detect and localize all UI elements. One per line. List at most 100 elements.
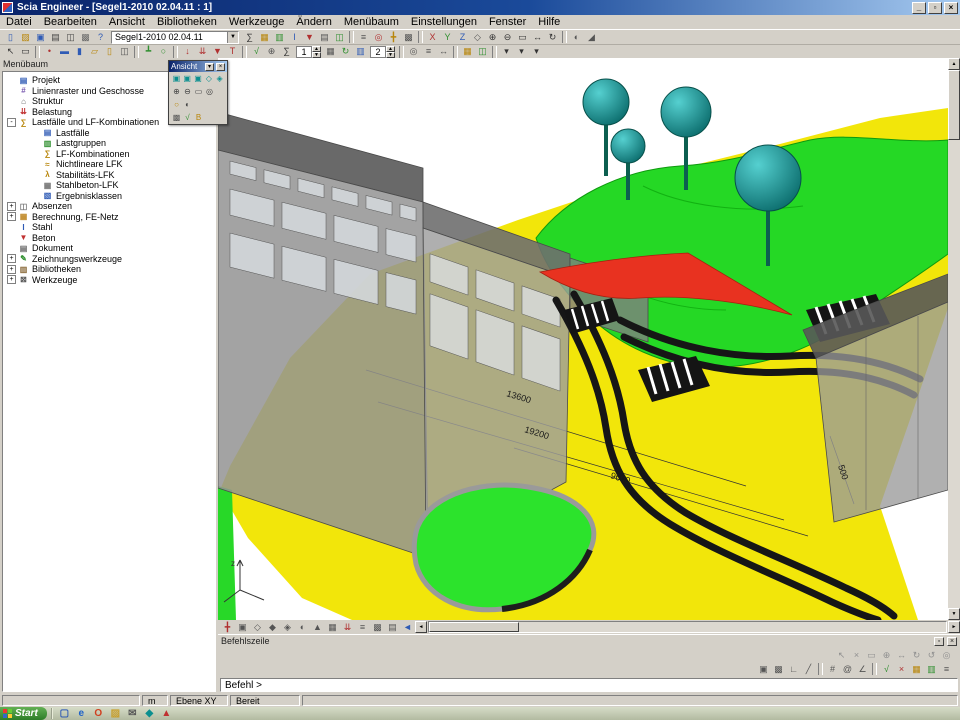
scia-esa-icon[interactable]: ◆ (142, 707, 157, 720)
pan-icon[interactable]: ↔ (530, 31, 545, 44)
tree-expander-icon[interactable]: + (7, 254, 16, 263)
scroll-up-icon[interactable]: ▲ (948, 58, 960, 70)
check-structure-icon[interactable]: √ (249, 45, 264, 58)
separator[interactable] (818, 663, 823, 675)
cmd-rotate-icon[interactable]: ↻ (909, 649, 924, 662)
new-project-icon[interactable]: ▯ (3, 31, 18, 44)
coord-polar-icon[interactable]: ∠ (855, 663, 870, 676)
tree-item-berechnung[interactable]: + ▦ Berechnung, FE-Netz (3, 212, 215, 223)
close-button[interactable]: × (944, 2, 958, 14)
surfaces-icon[interactable]: ▦ (325, 621, 340, 634)
ucs-icon[interactable]: ╋ (386, 31, 401, 44)
maximize-button[interactable]: ▫ (928, 2, 942, 14)
view-x-icon[interactable]: X (425, 31, 440, 44)
folder-icon[interactable]: ▨ (108, 707, 123, 720)
mesh-view-icon[interactable]: ▥ (924, 663, 939, 676)
layers-icon[interactable]: ≡ (356, 31, 371, 44)
tree-item-stahl[interactable]: I Stahl (3, 222, 215, 233)
menu-item[interactable]: Datei (0, 16, 38, 28)
view-check-icon[interactable]: √ (182, 112, 193, 123)
cmd-select-icon[interactable]: ↖ (834, 649, 849, 662)
table-icon[interactable]: ▦ (460, 45, 475, 58)
zoom-window2-icon[interactable]: ▭ (193, 86, 204, 97)
snap-mode-icon[interactable]: ▣ (235, 621, 250, 634)
tracking-icon[interactable]: ╱ (801, 663, 816, 676)
menu-item[interactable]: Bibliotheken (151, 16, 223, 28)
axonometric-icon[interactable]: ◇ (470, 31, 485, 44)
render-view-icon[interactable]: ◐ (295, 621, 310, 634)
open-project-icon[interactable]: ▨ (18, 31, 33, 44)
options-menu-icon[interactable]: ▾ (529, 45, 544, 58)
surface-load-icon[interactable]: ▼ (210, 45, 225, 58)
coord-rel-icon[interactable]: @ (840, 663, 855, 676)
separator[interactable] (453, 46, 458, 58)
menu-item[interactable]: Hilfe (532, 16, 566, 28)
separator[interactable] (349, 31, 354, 43)
scia-engineer-icon[interactable]: ▲ (159, 707, 174, 720)
zoom-out-icon[interactable]: ⊖ (500, 31, 515, 44)
spinner-down-icon[interactable]: ▼ (386, 52, 395, 58)
hscrollbar-track[interactable] (428, 621, 947, 633)
zoom-selection-icon[interactable]: ◎ (204, 86, 215, 97)
scroll-right-icon[interactable]: ► (948, 621, 960, 633)
label-display-icon[interactable]: ≡ (355, 621, 370, 634)
steel-check-icon[interactable]: I (287, 31, 302, 44)
concrete-check-icon[interactable]: ▼ (302, 31, 317, 44)
panel-close-icon[interactable]: × (947, 637, 957, 646)
results-icon[interactable]: ▥ (272, 31, 287, 44)
wall-icon[interactable]: ▯ (102, 45, 117, 58)
ortho-icon[interactable]: ∟ (786, 663, 801, 676)
view-z-icon[interactable]: Z (455, 31, 470, 44)
menu-item[interactable]: Fenster (483, 16, 532, 28)
show-desktop-icon[interactable]: ▢ (57, 707, 72, 720)
project-combobox[interactable]: Segel1-2010 02.04.11 ▼ (111, 31, 239, 44)
vscrollbar-thumb[interactable] (948, 70, 960, 140)
menu-item[interactable]: Bearbeiten (38, 16, 103, 28)
fe-mesh-icon[interactable]: ▦ (257, 31, 272, 44)
tree-item-lastgruppen[interactable]: ▥ Lastgruppen (3, 138, 215, 149)
separator[interactable] (242, 46, 247, 58)
tree-item-stabilitaets-lfk[interactable]: λ Stabilitäts-LFK (3, 170, 215, 181)
status-unit[interactable]: m (142, 695, 168, 706)
view-front-icon[interactable]: ▣ (182, 73, 193, 84)
help-icon[interactable]: ? (93, 31, 108, 44)
shadow-icon[interactable]: ◐ (182, 99, 193, 110)
scale-menu-icon[interactable]: ▾ (514, 45, 529, 58)
cancel-icon[interactable]: × (894, 663, 909, 676)
view-perspective-icon[interactable]: ◈ (214, 73, 225, 84)
coord-abs-icon[interactable]: # (825, 663, 840, 676)
view-top-icon[interactable]: ▣ (171, 73, 182, 84)
numbering-icon[interactable]: ≡ (421, 45, 436, 58)
mesh-setup-icon[interactable]: ▦ (323, 45, 338, 58)
separator[interactable] (492, 46, 497, 58)
combobox-dropdown-icon[interactable]: ▼ (227, 32, 238, 43)
tree-item-lf-kombinationen[interactable]: ∑ LF-Kombinationen (3, 149, 215, 160)
view-side-icon[interactable]: ▣ (193, 73, 204, 84)
tree-expander-icon[interactable]: + (7, 212, 16, 221)
titlebar[interactable]: Scia Engineer - [Segel1-2010 02.04.11 : … (0, 0, 960, 15)
palette-menu-icon[interactable]: ▾ (205, 63, 214, 71)
tree-item-beton[interactable]: ▼ Beton (3, 233, 215, 244)
cmd-options-icon[interactable]: ≡ (939, 663, 954, 676)
dimension-icon[interactable]: ↔ (436, 45, 451, 58)
calculation-icon[interactable]: ∑ (242, 31, 257, 44)
print-preview-icon[interactable]: ◫ (63, 31, 78, 44)
zoom-increase-icon[interactable]: ⊕ (171, 86, 182, 97)
tree-expander-icon[interactable]: + (7, 265, 16, 274)
fast-draw-icon[interactable]: ▩ (370, 621, 385, 634)
wireframe-mode-icon[interactable]: ◇ (250, 621, 265, 634)
separator[interactable] (399, 46, 404, 58)
save-icon[interactable]: ▣ (33, 31, 48, 44)
cmd-pan-icon[interactable]: ↔ (894, 649, 909, 662)
hinge-icon[interactable]: ○ (156, 45, 171, 58)
tree-item-werkzeuge[interactable]: + ⊠ Werkzeuge (3, 275, 215, 286)
tree-item-dokument[interactable]: ▤ Dokument (3, 243, 215, 254)
tree-item-zeichnungswerkzeuge[interactable]: + ✎ Zeichnungswerkzeuge (3, 254, 215, 265)
separator[interactable] (562, 31, 567, 43)
tree-item-nichtlineare-lfk[interactable]: ≈ Nichtlineare LFK (3, 159, 215, 170)
column-icon[interactable]: ▮ (72, 45, 87, 58)
panel-pin-icon[interactable]: ▫ (934, 637, 944, 646)
zoom-decrease-icon[interactable]: ⊖ (182, 86, 193, 97)
tree-expander-icon[interactable]: + (7, 275, 16, 284)
render-mode-icon[interactable]: ◐ (569, 31, 584, 44)
